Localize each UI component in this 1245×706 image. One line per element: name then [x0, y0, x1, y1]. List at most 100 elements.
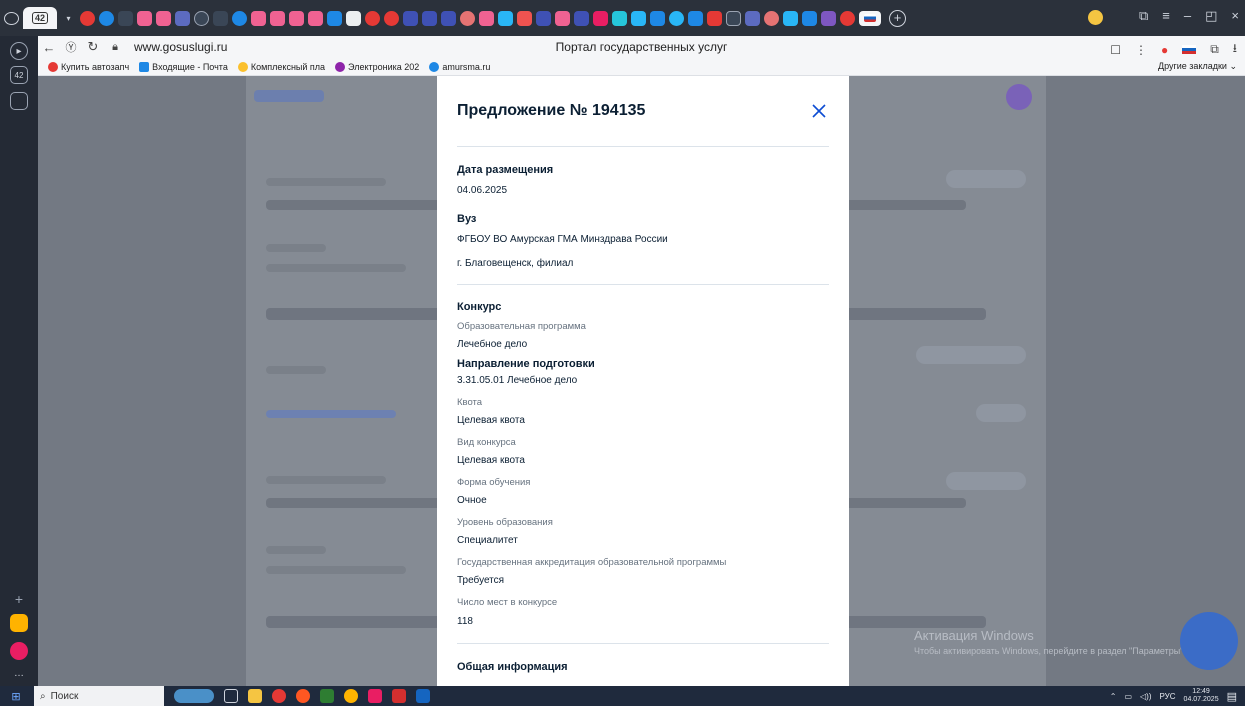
taskbar-search[interactable]: ⌕ Поиск	[34, 686, 164, 706]
tab-favicon[interactable]	[346, 10, 361, 26]
other-bookmarks[interactable]: Другие закладки ⌄	[1158, 61, 1237, 72]
chrome-icon[interactable]	[272, 689, 286, 703]
tab-dropdown-icon[interactable]: ▾	[61, 11, 76, 26]
tab-favicon[interactable]	[574, 10, 589, 26]
bookmark-item[interactable]: Комплексный пла	[237, 61, 325, 72]
bookmark-icon[interactable]: ☐	[1110, 43, 1121, 57]
reload-icon[interactable]: ↻	[82, 39, 104, 55]
mail-app-icon[interactable]	[10, 614, 28, 632]
tab-favicon[interactable]	[821, 10, 836, 26]
russia-flag-icon[interactable]	[1182, 45, 1197, 54]
tab-favicon[interactable]	[783, 10, 798, 26]
extensions-puzzle-icon[interactable]: ⧉	[1210, 42, 1219, 57]
bg-line	[266, 366, 326, 374]
tab-favicon[interactable]	[536, 10, 551, 26]
volume-icon[interactable]: ◁))	[1140, 692, 1151, 701]
tab-favicon[interactable]	[745, 10, 760, 26]
add-icon[interactable]: +	[10, 590, 28, 608]
restore-icon[interactable]: ◰	[1205, 8, 1217, 24]
tab-history-icon[interactable]	[4, 11, 19, 25]
1c-icon[interactable]	[344, 689, 358, 703]
excel-icon[interactable]	[320, 689, 334, 703]
tab-favicon[interactable]	[99, 10, 114, 26]
tab-favicon[interactable]	[289, 10, 304, 26]
tab-favicon[interactable]	[479, 10, 494, 26]
bookmark-item[interactable]: amursma.ru	[429, 61, 490, 72]
tab-favicon[interactable]	[707, 10, 722, 26]
tab-favicon[interactable]	[213, 10, 228, 26]
clock[interactable]: 12:49 04.07.2025	[1184, 688, 1219, 704]
menu-icon[interactable]: ≡	[1162, 8, 1170, 24]
tab-current-favicon[interactable]	[859, 10, 881, 26]
tab-favicon[interactable]	[840, 10, 855, 26]
bg-line	[266, 546, 326, 554]
tab-favicon[interactable]	[460, 10, 475, 26]
tab-favicon[interactable]	[175, 10, 190, 26]
tab-favicon[interactable]	[80, 10, 95, 26]
back-arrow-icon[interactable]: ←	[38, 40, 60, 55]
collections-icon[interactable]: ⧉	[1139, 8, 1148, 24]
url-field[interactable]: www.gosuslugi.ru	[134, 40, 227, 54]
tab-favicon[interactable]	[194, 10, 209, 26]
tab-favicon[interactable]	[802, 10, 817, 26]
tab-favicon[interactable]	[441, 10, 456, 26]
tab-favicon[interactable]	[593, 10, 608, 26]
page-viewport: Активация Windows Чтобы активировать Win…	[38, 76, 1245, 686]
tab-favicon[interactable]	[251, 10, 266, 26]
messenger-icon[interactable]	[10, 642, 28, 660]
chevron-up-icon[interactable]: ⌃	[1110, 692, 1117, 701]
download-icon[interactable]: ⭳	[1233, 39, 1237, 60]
tab-favicon[interactable]	[688, 10, 703, 26]
profile-icon[interactable]	[1088, 10, 1103, 25]
tab-favicon[interactable]	[726, 10, 741, 26]
yandex-icon[interactable]: Ⓨ	[60, 39, 82, 55]
tab-favicon[interactable]	[137, 10, 152, 26]
network-icon[interactable]: ▭	[1124, 692, 1132, 701]
tab-favicon[interactable]	[612, 10, 627, 26]
tab-favicon[interactable]	[669, 10, 684, 26]
bookmark-item[interactable]: Входящие - Почта	[139, 61, 228, 72]
tab-favicon[interactable]	[517, 10, 532, 26]
tab-favicon[interactable]	[555, 10, 570, 26]
browser-side-panel: ▸ 42 + …	[0, 36, 38, 686]
task-view-icon[interactable]	[224, 689, 238, 703]
pdf-icon[interactable]	[392, 689, 406, 703]
tab-favicon[interactable]	[232, 10, 247, 26]
chat-assistant-button[interactable]	[1180, 612, 1238, 670]
notifications-icon[interactable]: ▤	[1227, 690, 1237, 703]
tab-favicon[interactable]	[650, 10, 665, 26]
tab-favicon[interactable]	[156, 10, 171, 26]
tab-favicon[interactable]	[118, 10, 133, 26]
tab-counter[interactable]: 42	[23, 7, 57, 29]
gallery-icon[interactable]	[10, 92, 28, 110]
tab-favicon[interactable]	[270, 10, 285, 26]
close-window-icon[interactable]: ×	[1231, 8, 1239, 24]
university-heading: Вуз	[457, 213, 477, 225]
extension-icon[interactable]: ●	[1161, 43, 1168, 57]
more-icon[interactable]: ⋮	[1135, 43, 1147, 57]
close-icon[interactable]	[809, 101, 829, 121]
tab-favicon[interactable]	[365, 10, 380, 26]
tab-favicon[interactable]	[403, 10, 418, 26]
tab-favicon[interactable]	[308, 10, 323, 26]
tab-favicon[interactable]	[631, 10, 646, 26]
new-tab-button[interactable]: +	[889, 9, 906, 27]
app-icon[interactable]	[368, 689, 382, 703]
weather-icon[interactable]	[174, 689, 214, 703]
tab-favicon[interactable]	[422, 10, 437, 26]
tab-favicon[interactable]	[764, 10, 779, 26]
word-icon[interactable]	[416, 689, 430, 703]
tab-favicon[interactable]	[327, 10, 342, 26]
file-explorer-icon[interactable]	[248, 689, 262, 703]
windows-start-icon[interactable]: ⊞	[6, 690, 26, 703]
play-icon[interactable]: ▸	[10, 42, 28, 60]
tabs-icon[interactable]: 42	[10, 66, 28, 84]
tab-favicon[interactable]	[384, 10, 399, 26]
minimize-icon[interactable]: –	[1184, 8, 1191, 24]
bookmark-item[interactable]: Купить автозапч	[48, 61, 129, 72]
more-icon[interactable]: …	[10, 664, 28, 682]
yandex-browser-icon[interactable]	[296, 689, 310, 703]
language-indicator[interactable]: РУС	[1160, 692, 1176, 701]
bookmark-item[interactable]: Электроника 202	[335, 61, 419, 72]
tab-favicon[interactable]	[498, 10, 513, 26]
